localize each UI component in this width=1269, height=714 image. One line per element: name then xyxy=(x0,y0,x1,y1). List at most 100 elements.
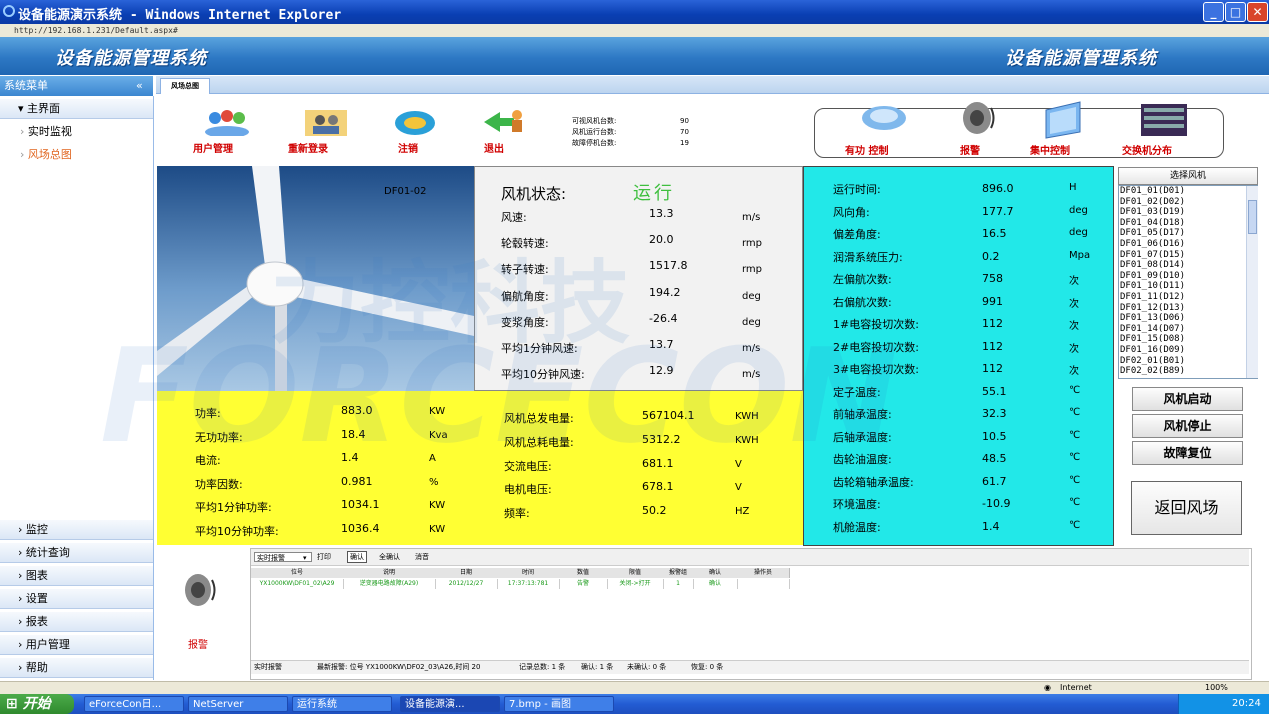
alarm-row-cell[interactable]: YX1000KW\DF01_02\A29 xyxy=(251,579,344,589)
alarm-confirm-all-button[interactable]: 全确认 xyxy=(379,552,400,562)
logout-button[interactable]: 注销 xyxy=(398,140,418,155)
tab-farm-map[interactable]: 风场总图 xyxy=(160,78,210,94)
alarm-row-cell[interactable]: 17:37:13:781 xyxy=(497,579,560,589)
switch-distribution-button[interactable]: 交换机分布 xyxy=(1122,142,1172,157)
turbine-list-item[interactable]: DF01_01(D01) xyxy=(1119,186,1257,197)
alarm-column-header: 限值 xyxy=(607,568,664,578)
alarm-row-cell[interactable]: 确认 xyxy=(693,579,738,589)
user-management-icon[interactable] xyxy=(201,108,253,138)
sidebar-group-stats[interactable]: › 统计查询 xyxy=(0,543,153,563)
energy-unit: HZ xyxy=(735,506,750,518)
energy-label: 电机电压: xyxy=(504,483,552,497)
status-value: 运行 xyxy=(633,183,675,204)
user-management-button[interactable]: 用户管理 xyxy=(193,140,233,155)
turbine-list-item[interactable]: DF01_09(D10) xyxy=(1119,271,1257,282)
start-button[interactable]: ⊞ 开始 xyxy=(0,694,74,714)
energy-value: 50.2 xyxy=(642,504,667,518)
turbine-list-item[interactable]: DF01_02(D02) xyxy=(1119,197,1257,208)
sidebar-item-farm-map[interactable]: › 风场总图 xyxy=(0,144,153,166)
turbine-stop-button[interactable]: 风机停止 xyxy=(1132,414,1243,438)
turbine-start-button[interactable]: 风机启动 xyxy=(1132,387,1243,411)
alarm-footer-confirmed: 确认: 1 条 xyxy=(581,663,614,671)
active-power-icon[interactable] xyxy=(860,104,908,132)
alarm-column-header: 报警组 xyxy=(663,568,694,578)
operation-unit: ℃ xyxy=(1069,474,1081,486)
count-fault-label: 故障停机台数: xyxy=(572,139,617,147)
operation-label: 环境温度: xyxy=(833,498,881,511)
turbine-list-item[interactable]: DF01_06(D16) xyxy=(1119,239,1257,250)
alarm-mute-button[interactable]: 消音 xyxy=(415,552,429,562)
turbine-list-item[interactable]: DF02_01(B01) xyxy=(1119,356,1257,367)
alarm-confirm-button[interactable]: 确认 xyxy=(347,551,367,563)
turbine-list-item[interactable]: DF01_10(D11) xyxy=(1119,281,1257,292)
turbine-list-scrollbar[interactable] xyxy=(1246,186,1258,378)
sidebar-title: 系统菜单 xyxy=(4,79,48,92)
turbine-list[interactable]: DF01_01(D01) DF01_02(D02) DF01_03(D19) DF01… xyxy=(1118,185,1258,379)
exit-icon[interactable] xyxy=(482,108,526,136)
operation-value: 48.5 xyxy=(982,452,1007,465)
turbine-list-item[interactable]: DF01_03(D19) xyxy=(1119,207,1257,218)
alarm-row-cell[interactable] xyxy=(737,579,790,589)
turbine-list-item[interactable]: DF01_11(D12) xyxy=(1119,292,1257,303)
alarm-row-cell[interactable]: 1 xyxy=(663,579,694,589)
taskbar-item-energy[interactable]: 设备能源演... xyxy=(400,696,500,712)
turbine-list-item[interactable]: DF01_13(D06) xyxy=(1119,313,1257,324)
zoom-level[interactable]: 100% xyxy=(1205,682,1228,694)
alarm-filter-select[interactable]: 实时报警 ▾ xyxy=(254,552,312,562)
alarm-footer-unconfirmed: 未确认: 0 条 xyxy=(627,663,667,671)
logout-icon[interactable] xyxy=(394,110,436,136)
central-control-icon[interactable] xyxy=(1040,100,1086,140)
sidebar-item-realtime[interactable]: › 实时监视 xyxy=(0,121,153,143)
switch-distribution-icon[interactable] xyxy=(1141,104,1187,136)
taskbar-item-netserver[interactable]: NetServer xyxy=(188,696,288,712)
close-button[interactable]: ✕ xyxy=(1247,2,1268,22)
turbine-list-item[interactable]: DF01_16(D09) xyxy=(1119,345,1257,356)
sidebar-group-settings[interactable]: › 设置 xyxy=(0,589,153,609)
turbine-list-item[interactable]: DF01_08(D14) xyxy=(1119,260,1257,271)
sidebar-group-reports[interactable]: › 报表 xyxy=(0,612,153,632)
status-row-value: 13.7 xyxy=(649,338,674,351)
status-row-value: -26.4 xyxy=(649,311,678,325)
operation-label: 风向角: xyxy=(833,205,870,219)
active-power-button[interactable]: 有功 控制 xyxy=(845,142,888,157)
central-control-button[interactable]: 集中控制 xyxy=(1030,142,1070,157)
scroll-thumb[interactable] xyxy=(1248,200,1257,234)
minimize-button[interactable]: _ xyxy=(1203,2,1224,22)
taskbar-item-runtime[interactable]: 运行系统 xyxy=(292,696,392,712)
operation-unit: 次 xyxy=(1069,298,1079,310)
relogin-button[interactable]: 重新登录 xyxy=(288,140,328,155)
alarm-print-button[interactable]: 打印 xyxy=(317,552,331,562)
alarm-row-cell[interactable]: 关闭->打开 xyxy=(607,579,664,589)
operation-label: 右偏航次数: xyxy=(833,295,892,309)
sidebar-group-users[interactable]: › 用户管理 xyxy=(0,635,153,655)
exit-button[interactable]: 退出 xyxy=(484,140,504,155)
address-bar[interactable]: http://192.168.1.231/Default.aspx# xyxy=(0,24,1269,37)
taskbar-item-eforcecon[interactable]: eForceCon日... xyxy=(84,696,184,712)
alarm-row-cell[interactable]: 告警 xyxy=(559,579,608,589)
alarm-row-cell[interactable]: 逆变器电路故障(A29) xyxy=(343,579,436,589)
alarm-row-cell[interactable]: 2012/12/27 xyxy=(435,579,498,589)
alarm-speaker-icon[interactable] xyxy=(960,100,996,136)
collapse-icon[interactable]: « xyxy=(136,76,143,96)
turbine-list-item[interactable]: DF01_05(D17) xyxy=(1119,228,1257,239)
relogin-icon[interactable] xyxy=(305,110,347,136)
turbine-list-item[interactable]: DF02_02(B89) xyxy=(1119,366,1257,377)
sidebar-group-help[interactable]: › 帮助 xyxy=(0,658,153,678)
alarm-footer-latest: 最新报警: 位号 YX1000KW\DF02_03\A26,时间 20 xyxy=(317,663,481,671)
fault-reset-button[interactable]: 故障复位 xyxy=(1132,441,1243,465)
turbine-list-item[interactable]: DF01_12(D13) xyxy=(1119,303,1257,314)
turbine-list-item[interactable]: DF01_04(D18) xyxy=(1119,218,1257,229)
taskbar-item-paint[interactable]: 7.bmp - 画图 xyxy=(504,696,614,712)
energy-unit: V xyxy=(735,458,742,470)
sidebar-group-monitor[interactable]: › 监控 xyxy=(0,520,153,540)
sidebar-group-charts[interactable]: › 图表 xyxy=(0,566,153,586)
turbine-list-item[interactable]: DF01_15(D08) xyxy=(1119,334,1257,345)
back-to-farm-button[interactable]: 返回风场 xyxy=(1131,481,1242,535)
turbine-list-item[interactable]: DF01_07(D15) xyxy=(1119,250,1257,261)
count-fault-value: 19 xyxy=(680,139,689,147)
alarm-button[interactable]: 报警 xyxy=(960,142,980,157)
maximize-button[interactable]: □ xyxy=(1225,2,1246,22)
sidebar-group-main[interactable]: ▾ 主界面 xyxy=(0,99,153,119)
alarm-column-header: 数值 xyxy=(559,568,608,578)
turbine-list-item[interactable]: DF01_14(D07) xyxy=(1119,324,1257,335)
